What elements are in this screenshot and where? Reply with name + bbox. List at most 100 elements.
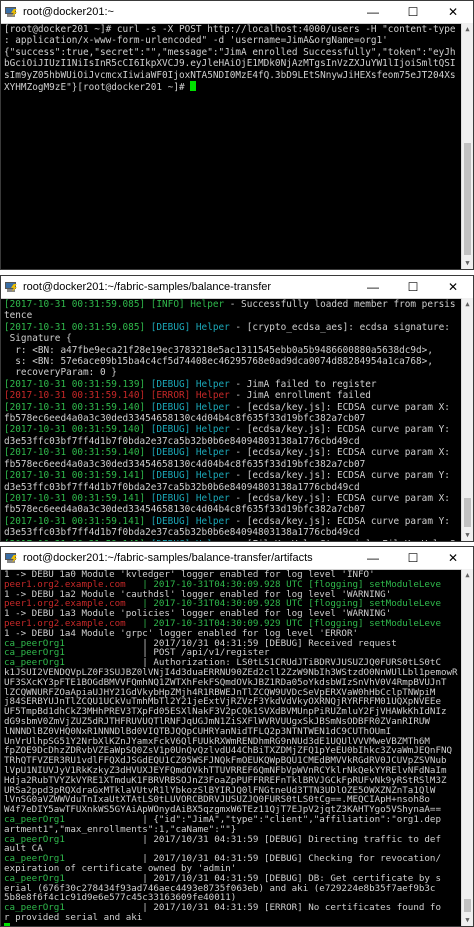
terminal-line: [2017-10-31 00:31:59.141] [DEBUG] Helper… [4, 470, 458, 481]
minimize-button[interactable]: — [353, 1, 393, 23]
terminal-text: [2017-10-31 00:31:59.140] [4, 447, 151, 459]
maximize-button[interactable]: ☐ [393, 276, 433, 298]
terminal-text: Signature { [4, 333, 72, 345]
terminal-line: Signature { [4, 333, 458, 344]
terminal-text: [DEBUG] Helper [150, 378, 230, 390]
scrollbar-thumb[interactable] [464, 143, 471, 255]
terminal-text: {"success":true,"secret":"","message":"J… [4, 46, 456, 58]
vertical-scrollbar[interactable]: ▲ ▼ [461, 569, 473, 926]
terminal-line: XYHMZogM9zE"}[root@docker201 ~]# [4, 81, 458, 93]
vertical-scrollbar[interactable]: ▲ ▼ [461, 23, 473, 269]
scrollbar-thumb[interactable] [464, 899, 471, 912]
terminal-line: d3e53ffc03bf7ff4d1b7f0bda2e37ca5b32b0b6e… [4, 527, 458, 538]
terminal-text: - JimA enrollment failed [229, 390, 371, 402]
terminal-text: [DEBUG] Helper [151, 539, 230, 541]
terminal-text: fb578ec6eed4a0a3c30ded33454658130c4d04b4… [4, 413, 366, 425]
terminal-text: [2017-10-31 00:31:59.085] [4, 299, 151, 310]
terminal-line: [2017-10-31 00:31:59.140] [DEBUG] Helper… [4, 447, 458, 458]
terminal-text: - [ecdsa/key.js]: ECDSA curve param X: [229, 492, 450, 504]
terminal-line: fb578ec6eed4a0a3c30ded33454658130c4d04b4… [4, 459, 458, 470]
terminal-window-balance-transfer: root@docker201:~/fabric-samples/balance-… [0, 275, 474, 542]
cursor-block [190, 81, 197, 92]
window-title: root@docker201:~ [23, 6, 114, 18]
window-title: root@docker201:~/fabric-samples/balance-… [23, 552, 313, 564]
terminal-text: [2017-10-31 00:31:59.141] [4, 470, 151, 482]
terminal-line: {"success":true,"secret":"","message":"J… [4, 47, 458, 58]
terminal-line: [2017-10-31 00:31:59.141] [DEBUG] Helper… [4, 493, 458, 504]
terminal-text: [2017-10-31 00:31:59.140] [4, 390, 151, 402]
scroll-up-arrow-icon[interactable]: ▲ [462, 569, 473, 581]
scroll-down-arrow-icon[interactable]: ▼ [462, 914, 473, 926]
terminal-line: [2017-10-31 00:31:59.141] [DEBUG] Helper… [4, 516, 458, 527]
terminal-text: [2017-10-31 00:31:59.085] [4, 321, 151, 333]
terminal-line: [2017-10-31 00:31:59.085] [INFO] Helper … [4, 299, 458, 310]
terminal-text: - [ecdsa/key.js]: ECDSA curve param X: [229, 447, 450, 459]
terminal-text: fb578ec6eed4a0a3c30ded33454658130c4d04b4… [4, 458, 366, 470]
terminal-text: - [FileKeyValueStore.js]: FileKeyValueS [230, 539, 455, 541]
terminal-text: r: <BN: a47fbe9eca21f28e19ec3783218e5ac1… [4, 344, 433, 356]
terminal-text: - [ecdsa/key.js]: ECDSA curve param X: [229, 401, 450, 413]
terminal-text: recoveryParam: 0 } [4, 367, 117, 379]
window-title: root@docker201:~/fabric-samples/balance-… [23, 281, 272, 293]
terminal-output[interactable]: [root@docker201 ~]# curl -s -X POST http… [1, 23, 461, 269]
cursor-block [4, 922, 10, 926]
terminal-text: [root@docker201 ~]# curl -s -X POST http… [4, 24, 456, 35]
putty-icon[interactable] [4, 6, 18, 18]
minimize-button[interactable]: — [353, 547, 393, 569]
maximize-button[interactable]: ☐ [393, 1, 433, 23]
terminal-line [4, 922, 458, 926]
vertical-scrollbar[interactable]: ▲ ▼ [461, 298, 473, 541]
terminal-text: [2017-10-31 00:31:59.140] [4, 424, 151, 436]
putty-icon[interactable] [4, 552, 18, 564]
terminal-text: [2017-10-31 00:31:59.139] [4, 378, 151, 390]
terminal-line: [2017-10-31 00:31:59.140] [DEBUG] Helper… [4, 402, 458, 413]
terminal-line: d3e53ffc03bf7ff4d1b7f0bda2e37ca5b32b0b6e… [4, 482, 458, 493]
scroll-down-arrow-icon[interactable]: ▼ [462, 529, 473, 541]
terminal-text: d3e53ffc03bf7ff4d1b7f0bda2e37ca5b32b0b6e… [4, 481, 360, 493]
close-button[interactable]: ✕ [433, 547, 473, 569]
scroll-down-arrow-icon[interactable]: ▼ [462, 257, 473, 269]
title-bar[interactable]: root@docker201:~/fabric-samples/balance-… [1, 547, 473, 570]
terminal-text: [DEBUG] Helper [150, 447, 230, 459]
terminal-text: [DEBUG] Helper [150, 492, 230, 504]
terminal-text: [DEBUG] Helper [150, 470, 230, 482]
terminal-line: recoveryParam: 0 } [4, 367, 458, 378]
title-bar[interactable]: root@docker201:~/fabric-samples/balance-… [1, 276, 473, 299]
terminal-line: tence [4, 310, 458, 321]
scroll-up-arrow-icon[interactable]: ▲ [462, 298, 473, 310]
terminal-output[interactable]: 1 -> DEBU 1a0 Module 'kvledger' logger e… [1, 569, 461, 926]
scrollbar-thumb[interactable] [464, 498, 471, 527]
terminal-text: - [ecdsa/key.js]: ECDSA curve param Y: [229, 515, 450, 527]
terminal-line: d3e53ffc03bf7ff4d1b7f0bda2e37ca5b32b0b6e… [4, 436, 458, 447]
close-button[interactable]: ✕ [433, 1, 473, 23]
terminal-line: [2017-10-31 00:31:59.085] [DEBUG] Helper… [4, 322, 458, 333]
terminal-line: ca_peerOrg1 | 2017/10/31 04:31:59 [DEBUG… [4, 834, 458, 845]
terminal-line: : application/x-www-form-urlencoded" -d … [4, 35, 458, 46]
terminal-text: [DEBUG] Helper [150, 401, 230, 413]
terminal-line: r provided serial and aki [4, 912, 458, 923]
terminal-text: fb578ec6eed4a0a3c30ded33454658130c4d04b4… [4, 504, 366, 516]
terminal-line: fb578ec6eed4a0a3c30ded33454658130c4d04b4… [4, 413, 458, 424]
terminal-text: tence [4, 310, 33, 322]
title-bar[interactable]: root@docker201:~ — ☐ ✕ [1, 1, 473, 24]
terminal-text: sIm9yZ05hbWUiOiJvcmcxIiwiaWF0IjoxNTA5NDI… [4, 69, 456, 81]
terminal-text: d3e53ffc03bf7ff4d1b7f0bda2e37ca5b32b0b6e… [4, 435, 360, 447]
terminal-window-artifacts: root@docker201:~/fabric-samples/balance-… [0, 546, 474, 927]
terminal-line: [2017-10-31 00:31:59.141] [DEBUG] Helper… [4, 539, 458, 541]
terminal-text: [2017-10-31 00:31:59.141] [4, 492, 151, 504]
terminal-text: - [ecdsa/key.js]: ECDSA curve param Y: [229, 424, 450, 436]
scroll-up-arrow-icon[interactable]: ▲ [462, 23, 473, 35]
minimize-button[interactable]: — [353, 276, 393, 298]
terminal-line: [2017-10-31 00:31:59.139] [DEBUG] Helper… [4, 379, 458, 390]
putty-icon[interactable] [4, 281, 18, 293]
terminal-output[interactable]: [2017-10-31 00:31:59.085] [INFO] Helper … [1, 298, 461, 541]
terminal-window-home: root@docker201:~ — ☐ ✕ [root@docker201 ~… [0, 0, 474, 270]
terminal-text: [ERROR] Helper [150, 390, 230, 402]
terminal-text: [2017-10-31 00:31:59.140] [4, 401, 151, 413]
terminal-text: bGciOiJIUzI1NiIsInR5cCI6IkpXVCJ9.eyJleHA… [4, 58, 456, 70]
terminal-text: [2017-10-31 00:31:59.141] [4, 539, 151, 541]
terminal-text: [2017-10-31 00:31:59.141] [4, 515, 151, 527]
close-button[interactable]: ✕ [433, 276, 473, 298]
terminal-text: - Successfully loaded member from persis [224, 299, 456, 310]
maximize-button[interactable]: ☐ [393, 547, 433, 569]
